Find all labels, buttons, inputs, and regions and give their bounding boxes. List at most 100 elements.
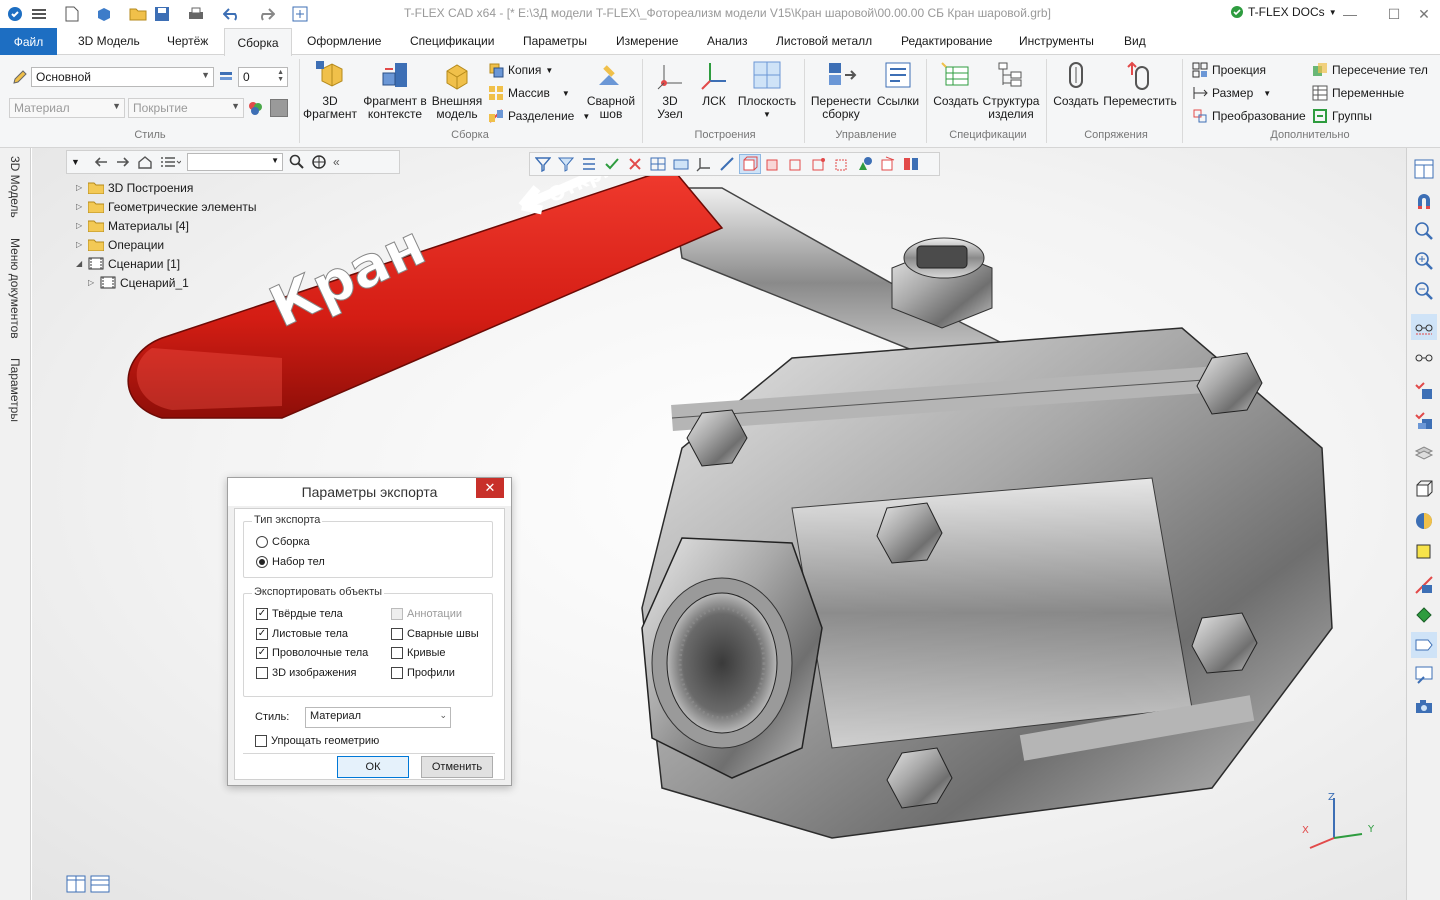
checkbox-wire-bodies[interactable]: ✓ Проволочные тела (256, 647, 368, 659)
links-button[interactable]: Ссылки (874, 59, 922, 108)
tab-analysis[interactable]: Анализ (707, 34, 748, 48)
tab-sheet-metal[interactable]: Листовой металл (776, 34, 872, 48)
transformation-button[interactable]: Преобразование (1192, 108, 1306, 124)
node-3d-button[interactable]: 3D Узел (650, 59, 690, 121)
plane-button[interactable]: Плоскость ▼ (736, 59, 798, 121)
deselect-icon[interactable] (624, 154, 646, 174)
filter-edit-icon[interactable] (555, 154, 577, 174)
construction-select-icon[interactable] (877, 154, 899, 174)
fragment-in-context-button[interactable]: Фрагмент в контексте (362, 59, 428, 121)
tree-node[interactable]: ▷ Сценарий_1 (76, 273, 257, 292)
expand-arrow-icon[interactable]: ▷ (88, 278, 100, 287)
clip-view-icon[interactable] (1411, 632, 1437, 658)
show-all-icon[interactable] (1411, 408, 1437, 434)
minimize-button[interactable]: — (1338, 4, 1362, 24)
close-window-button[interactable]: ✕ (1412, 4, 1436, 24)
sphere-view-icon[interactable] (1411, 508, 1437, 534)
loop-select-icon[interactable] (831, 154, 853, 174)
section-icon[interactable] (1411, 440, 1437, 466)
create-mate-button[interactable]: Создать (1052, 59, 1100, 108)
show-bodies-icon[interactable] (1411, 378, 1437, 404)
tree-node[interactable]: ◢ Сценарии [1] (76, 254, 257, 273)
groups-button[interactable]: Группы (1312, 108, 1372, 124)
tab-3d-model[interactable]: 3D Модель (78, 34, 140, 48)
layer-combo[interactable]: Основной ▼ (31, 67, 214, 87)
box-view-icon[interactable] (1411, 476, 1437, 502)
collapse-panel-icon[interactable]: « (333, 155, 340, 169)
measure-icon[interactable] (1411, 572, 1437, 598)
plane-select-icon[interactable] (670, 154, 692, 174)
expand-arrow-icon[interactable]: ▷ (76, 183, 88, 192)
single-view-icon[interactable] (90, 875, 110, 893)
zoom-in-icon[interactable] (1411, 248, 1437, 274)
body-intersection-button[interactable]: Пересечение тел (1312, 62, 1428, 78)
dimension-button[interactable]: Размер ▼ (1192, 85, 1271, 101)
menu-icon[interactable] (30, 4, 50, 24)
green-shape-icon[interactable] (1411, 602, 1437, 628)
material-combo[interactable]: Материал ▼ (9, 98, 125, 118)
render-settings-icon[interactable] (1411, 662, 1437, 688)
tab-measurement[interactable]: Измерение (616, 34, 678, 48)
tree-node[interactable]: ▷ Операции (76, 235, 257, 254)
tab-drawing[interactable]: Чертёж (167, 34, 208, 48)
weld-seam-button[interactable]: Сварной шов (584, 59, 638, 121)
radio-assembly[interactable]: Сборка (256, 536, 310, 548)
tab-editing[interactable]: Редактирование (901, 34, 992, 48)
filter-list-icon[interactable] (578, 154, 600, 174)
move-mate-button[interactable]: Переместить (1102, 59, 1178, 108)
save-icon[interactable] (152, 4, 172, 24)
side-tab-parameters[interactable]: Параметры (8, 358, 22, 422)
external-model-button[interactable]: Внешняя модель (430, 59, 484, 121)
split-button[interactable]: Разделение ▼ (488, 108, 590, 124)
tab-view[interactable]: Вид (1124, 34, 1146, 48)
move-assembly-button[interactable]: Перенести сборку (810, 59, 872, 121)
checkbox-curves[interactable]: Кривые (391, 647, 446, 659)
checkbox-welds[interactable]: Сварные швы (391, 628, 479, 640)
yellow-square-icon[interactable] (1411, 538, 1437, 564)
maximize-button[interactable]: ☐ (1382, 4, 1406, 24)
target-icon[interactable] (311, 154, 327, 170)
tab-assembly[interactable]: Сборка (224, 28, 292, 56)
face-select-icon[interactable] (762, 154, 784, 174)
tab-specifications[interactable]: Спецификации (410, 34, 494, 48)
print-icon[interactable] (186, 4, 206, 24)
tab-parameters[interactable]: Параметры (523, 34, 587, 48)
coating-combo[interactable]: Покрытие ▼ (128, 98, 244, 118)
tree-node[interactable]: ▷ Материалы [4] (76, 216, 257, 235)
tflex-docs-button[interactable]: T-FLEX DOCs ▼ (1230, 5, 1337, 19)
vertex-select-icon[interactable] (808, 154, 830, 174)
expand-arrow-icon[interactable]: ▷ (76, 202, 88, 211)
forward-arrow-icon[interactable] (115, 155, 131, 169)
style-select[interactable]: Материал ⌄ (305, 707, 451, 728)
checkbox-profiles[interactable]: Профили (391, 667, 455, 679)
zoom-all-icon[interactable] (1411, 278, 1437, 304)
cancel-button[interactable]: Отменить (421, 756, 493, 778)
side-tab-3d-model[interactable]: 3D Модель (8, 156, 22, 218)
glasses-icon[interactable] (1411, 344, 1437, 370)
radio-assembly-circle[interactable] (256, 536, 268, 548)
zoom-window-icon[interactable] (1411, 218, 1437, 244)
split-view-icon[interactable] (66, 875, 86, 893)
new-document-icon[interactable] (62, 4, 82, 24)
ok-button[interactable]: ОК (337, 756, 409, 778)
open-folder-icon[interactable] (128, 4, 148, 24)
view-window-icon[interactable] (647, 154, 669, 174)
expand-arrow-icon[interactable]: ▷ (76, 240, 88, 249)
chevron-down-icon[interactable]: ▼ (71, 157, 81, 167)
tree-search-input[interactable]: ▼ (187, 153, 283, 171)
create-specification-button[interactable]: Создать (932, 59, 980, 108)
checkbox-sheet-bodies[interactable]: ✓ Листовые тела (256, 628, 348, 640)
variables-button[interactable]: Переменные (1312, 85, 1404, 101)
home-icon[interactable] (137, 155, 153, 169)
color-swatch[interactable] (270, 99, 288, 117)
filter-icon[interactable] (532, 154, 554, 174)
undo-icon[interactable] (222, 4, 242, 24)
side-tab-documents-menu[interactable]: Меню документов (8, 238, 22, 339)
copy-button[interactable]: Копия ▼ (488, 62, 553, 78)
lcs-button[interactable]: ЛСК (696, 59, 732, 108)
projection-button[interactable]: Проекция (1192, 62, 1266, 78)
tree-node[interactable]: ▷ Геометрические элементы (76, 197, 257, 216)
camera-icon[interactable] (1411, 694, 1437, 720)
spinner-arrows-icon[interactable]: ▲ ▼ (277, 69, 284, 83)
expand-arrow-icon[interactable]: ▷ (76, 221, 88, 230)
